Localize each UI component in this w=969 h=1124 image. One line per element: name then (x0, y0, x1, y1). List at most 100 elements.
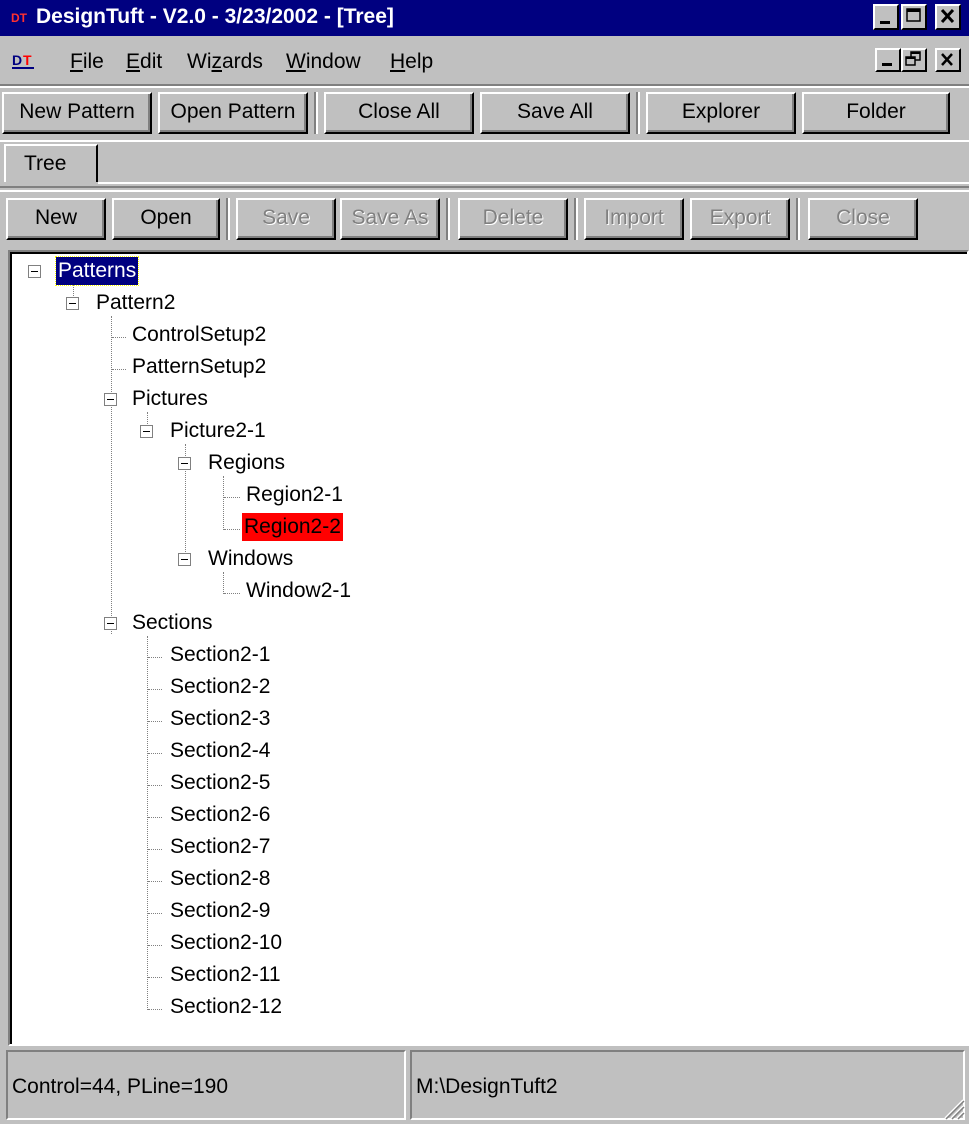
tree-node-section[interactable]: Section2-11 (168, 961, 283, 989)
menu-file[interactable]: File (70, 50, 104, 74)
tree-connector (147, 636, 149, 1010)
tree-connector (148, 977, 162, 979)
tree-node-patterns[interactable]: Patterns (54, 256, 140, 286)
tree-connector (148, 721, 162, 723)
mdi-restore-button[interactable] (901, 48, 927, 72)
tree-node-section[interactable]: Section2-1 (168, 641, 272, 669)
menu-wizards[interactable]: Wizards (187, 50, 263, 74)
maximize-button[interactable] (901, 4, 927, 30)
tree-connector (148, 881, 162, 883)
close-window-button[interactable] (935, 4, 961, 30)
tree-connector (148, 849, 162, 851)
export-button[interactable]: Export (690, 198, 790, 240)
minimize-icon (882, 63, 892, 66)
document-icon[interactable]: D T (12, 52, 36, 70)
tree-node-pattern-setup[interactable]: PatternSetup2 (130, 353, 268, 381)
close-icon (940, 8, 955, 24)
save-as-button[interactable]: Save As (340, 198, 440, 240)
tree-node-window1[interactable]: Window2-1 (244, 577, 353, 605)
toolbar-separator (314, 92, 318, 134)
tree-node-picture[interactable]: Picture2-1 (168, 417, 268, 445)
save-button[interactable]: Save (236, 198, 336, 240)
tree-node-section[interactable]: Section2-8 (168, 865, 272, 893)
tree-node-section[interactable]: Section2-6 (168, 801, 272, 829)
tree-node-windows[interactable]: Windows (206, 545, 295, 573)
tree-node-sections[interactable]: Sections (130, 609, 215, 637)
minimize-button[interactable] (873, 4, 899, 30)
tree-connector (148, 817, 162, 819)
tree-connector (223, 572, 225, 594)
divider (0, 186, 969, 188)
tree-connector (224, 529, 240, 531)
collapse-icon[interactable] (140, 425, 153, 438)
restore-icon (905, 51, 921, 66)
tree-connector (112, 369, 126, 371)
close-all-button[interactable]: Close All (324, 92, 474, 134)
collapse-icon[interactable] (104, 617, 117, 630)
delete-button[interactable]: Delete (458, 198, 568, 240)
tree-node-section[interactable]: Section2-5 (168, 769, 272, 797)
collapse-icon[interactable] (104, 393, 117, 406)
toolbar-separator (574, 198, 578, 240)
open-button[interactable]: Open (112, 198, 220, 240)
status-pane-position: Control=44, PLine=190 (6, 1050, 406, 1120)
tree-node-section[interactable]: Section2-2 (168, 673, 272, 701)
tree-node-region2[interactable]: Region2-2 (242, 513, 343, 541)
tree-connector (148, 913, 162, 915)
tree-node-section[interactable]: Section2-12 (168, 993, 284, 1021)
close-button[interactable]: Close (808, 198, 918, 240)
tree-connector (148, 945, 162, 947)
tree-node-control-setup[interactable]: ControlSetup2 (130, 321, 268, 349)
menu-bar: D T File Edit Wizards Window Help (0, 38, 969, 82)
collapse-icon[interactable] (178, 553, 191, 566)
svg-text:T: T (23, 52, 32, 68)
tree-connector (224, 593, 240, 595)
divider (0, 140, 969, 142)
toolbar-separator (796, 198, 800, 240)
collapse-icon[interactable] (28, 265, 41, 278)
explorer-button[interactable]: Explorer (646, 92, 796, 134)
tree-node-section[interactable]: Section2-3 (168, 705, 272, 733)
mdi-close-button[interactable] (935, 48, 961, 72)
tree-node-section[interactable]: Section2-7 (168, 833, 272, 861)
tree-connector (112, 337, 126, 339)
tree-connector (148, 689, 162, 691)
svg-text:D: D (12, 52, 22, 68)
window-title: DesignTuft - V2.0 - 3/23/2002 - [Tree] (36, 5, 394, 28)
app-icon[interactable]: DT (10, 8, 32, 28)
tree-connector (148, 1009, 162, 1011)
open-pattern-button[interactable]: Open Pattern (158, 92, 308, 134)
toolbar-separator (636, 92, 640, 134)
menu-edit[interactable]: Edit (126, 50, 162, 74)
collapse-icon[interactable] (178, 457, 191, 470)
tree-connector (223, 476, 225, 530)
tree-node-section[interactable]: Section2-9 (168, 897, 272, 925)
minimize-icon (880, 21, 890, 24)
tree-node-pattern2[interactable]: Pattern2 (94, 289, 177, 317)
import-button[interactable]: Import (584, 198, 684, 240)
tree-node-regions[interactable]: Regions (206, 449, 287, 477)
toolbar-separator (446, 198, 450, 240)
tree-view[interactable]: Patterns Pattern2 ControlSetup2 PatternS… (8, 250, 969, 1046)
divider (0, 86, 969, 88)
folder-button[interactable]: Folder (802, 92, 950, 134)
tree-node-pictures[interactable]: Pictures (130, 385, 210, 413)
title-bar[interactable]: DT DesignTuft - V2.0 - 3/23/2002 - [Tree… (0, 0, 969, 36)
close-icon (941, 53, 953, 66)
tree-node-section[interactable]: Section2-10 (168, 929, 284, 957)
tree-connector (148, 785, 162, 787)
save-all-button[interactable]: Save All (480, 92, 630, 134)
maximize-icon (906, 8, 921, 22)
tab-tree[interactable]: Tree (4, 144, 98, 182)
menu-help[interactable]: Help (390, 50, 433, 74)
resize-grip-icon[interactable] (941, 1096, 965, 1120)
new-button[interactable]: New (6, 198, 106, 240)
mdi-minimize-button[interactable] (875, 48, 901, 72)
tree-node-region1[interactable]: Region2-1 (244, 481, 345, 509)
divider (0, 190, 969, 192)
menu-window[interactable]: Window (286, 50, 361, 74)
collapse-icon[interactable] (66, 297, 79, 310)
tree-node-section[interactable]: Section2-4 (168, 737, 272, 765)
new-pattern-button[interactable]: New Pattern (2, 92, 152, 134)
tab-strip-edge (98, 182, 969, 184)
